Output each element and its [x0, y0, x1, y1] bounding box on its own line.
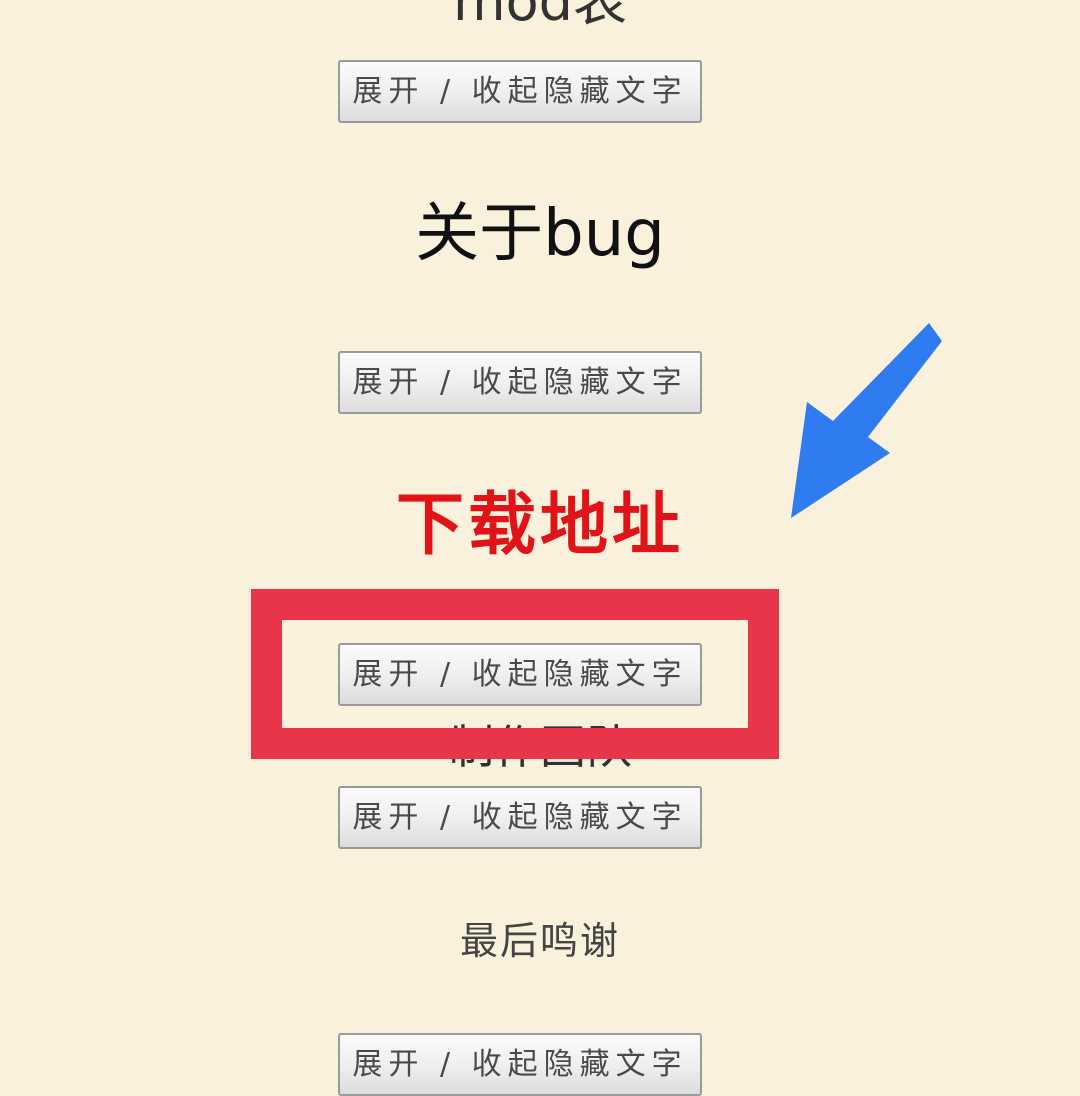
toggle-hidden-text-button[interactable]: 展开 / 收起隐藏文字 [338, 60, 702, 123]
toggle-hidden-text-button[interactable]: 展开 / 收起隐藏文字 [338, 786, 702, 849]
section-heading-about-bug: 关于bug [415, 197, 665, 271]
download-toggle-hidden-text-button[interactable]: 展开 / 收起隐藏文字 [338, 643, 702, 706]
toggle-hidden-text-button[interactable]: 展开 / 收起隐藏文字 [338, 1033, 702, 1096]
section-heading-mod-table: mod表 [453, 0, 627, 33]
section-heading-thanks: 最后鸣谢 [459, 919, 620, 963]
section-heading-download: 下载地址 [395, 486, 684, 565]
toggle-hidden-text-button[interactable]: 展开 / 收起隐藏文字 [338, 351, 702, 414]
section-heading-team: 制作团队 [448, 720, 632, 774]
